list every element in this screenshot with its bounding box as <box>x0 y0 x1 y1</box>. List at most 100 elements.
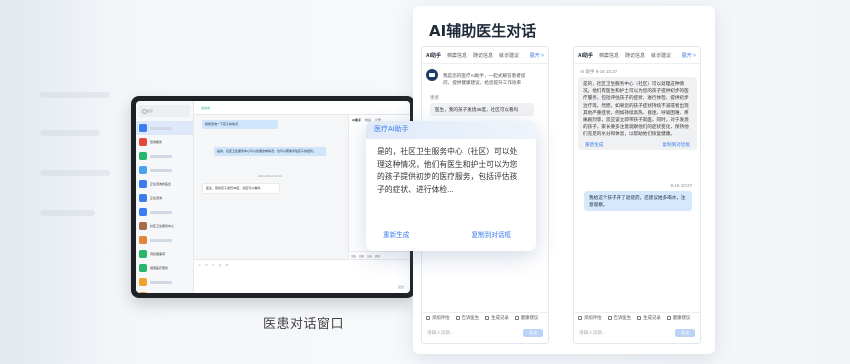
popup-actions: 重新生成 复制到对话框 <box>366 229 536 239</box>
tablet-caption: 医患对话窗口 <box>263 316 345 331</box>
background-decoration <box>40 210 95 216</box>
tablet-ai-tool[interactable]: 添加 <box>351 254 356 258</box>
tab-ai-assistant[interactable]: AI助手 <box>426 52 441 59</box>
ai-answer-actions: 重新生成 复制到对话框 <box>583 138 692 148</box>
welcome-text: 我是您的医疗AI助手，一起式解答患者提问，提供健康建议，给您提升工作效率 <box>443 73 526 86</box>
conversation-name: 健康医疗服务 <box>150 266 169 270</box>
tab-advice[interactable]: 就诊建议 <box>651 52 671 59</box>
tablet-conversation-item[interactable] <box>136 121 193 135</box>
mail-icon <box>607 316 612 320</box>
avatar <box>139 180 147 188</box>
generate-record-button[interactable]: 生成记录 <box>637 315 661 321</box>
doc-icon <box>426 316 430 320</box>
send-button[interactable]: 发送 <box>523 329 543 337</box>
ai-suggestion-popup: 医疗AI助手 是的，社区卫生服务中心（社区）可以处理这种情况，他们有医生和护士可… <box>366 121 536 251</box>
popup-header: 医疗AI助手 <box>366 121 536 139</box>
tablet-send-button[interactable]: 发送 <box>398 285 404 289</box>
right-chat-window: AI助手 档案信息 随访信息 就诊建议 展开 ˅ AI 助手 8-16 10:2… <box>573 46 701 344</box>
tablet-conversation-item[interactable] <box>136 233 193 247</box>
avatar <box>139 278 147 286</box>
right-chat-tabs: AI助手 档案信息 随访信息 就诊建议 展开 ˅ <box>574 47 700 64</box>
chevron-down-icon: ˅ <box>691 52 696 59</box>
doc-icon <box>578 316 582 320</box>
tab-followup[interactable]: 随访信息 <box>625 52 645 59</box>
tablet-ai-tool[interactable]: 告知 <box>359 254 364 258</box>
send-button[interactable]: 发送 <box>675 329 695 337</box>
copy-to-chat-button[interactable]: 复制到对话框 <box>662 141 690 148</box>
clock-icon[interactable]: ◷ <box>218 263 221 267</box>
avatar <box>139 250 147 258</box>
input-placeholder: 请输入问题... <box>427 330 454 335</box>
add-assessment-button[interactable]: 添加评估 <box>578 315 602 321</box>
tablet-conversation-item[interactable]: 正在咨询的医患 <box>136 177 193 191</box>
tablet-input-toolbar: ☺ ▭ ✂ ◷ ☏ <box>194 260 410 270</box>
note-icon <box>637 316 642 320</box>
tool-label: 添加评估 <box>432 315 450 320</box>
tool-label: 健康建议 <box>672 315 691 320</box>
tablet-search-input[interactable]: 搜索 <box>139 105 190 117</box>
right-chat-input[interactable]: 请输入问题... 发送 <box>574 323 700 343</box>
conversation-placeholder <box>150 126 172 130</box>
scissors-icon[interactable]: ✂ <box>212 263 215 267</box>
add-assessment-button[interactable]: 添加评估 <box>426 315 450 321</box>
folder-icon[interactable]: ▭ <box>205 263 208 267</box>
heart-icon <box>666 316 671 320</box>
robot-icon <box>426 69 438 81</box>
tablet-conversation-item[interactable]: 健康咨询 <box>136 289 193 293</box>
ai-answer-text: 是的，社区卫生服务中心（社区）可以处理这种情况。他们有医生和护士可以为您的孩子提… <box>583 81 689 137</box>
tab-ai-assistant[interactable]: AI助手 <box>578 52 593 59</box>
conversation-name: 正在咨询的医患 <box>150 182 172 186</box>
tool-label: 生成记录 <box>643 315 661 320</box>
tablet-conversation-item[interactable]: 正在咨询 <box>136 191 193 205</box>
tablet-ai-footer: 添加 告知 记录 建议 <box>349 251 410 259</box>
notify-doctor-button[interactable]: 告诉医生 <box>455 315 479 321</box>
tablet-ai-tab[interactable]: AI助手 <box>352 118 361 122</box>
tablet-ai-tool[interactable]: 建议 <box>375 254 380 258</box>
tablet-system-time: 2023-08-12 10:30 <box>258 174 282 178</box>
conversation-name: 待处理事项 <box>150 252 166 256</box>
tab-advice[interactable]: 就诊建议 <box>499 52 519 59</box>
tablet-ai-tool[interactable]: 记录 <box>367 254 372 258</box>
emoji-icon[interactable]: ☺ <box>198 263 201 267</box>
background-decoration <box>40 92 110 98</box>
phone-icon[interactable]: ☏ <box>225 263 229 267</box>
tablet-input-area[interactable]: ☺ ▭ ✂ ◷ ☏ 发送 <box>194 259 410 293</box>
health-advice-button[interactable]: 健康建议 <box>666 315 691 321</box>
right-chat-tools: 添加评估 告诉医生 生成记录 健康建议 <box>574 312 700 323</box>
background-decoration <box>0 0 110 364</box>
note-icon <box>485 316 490 320</box>
tablet-chat-header: 在线中 <box>194 101 410 115</box>
input-placeholder: 请输入问题... <box>579 330 606 335</box>
tab-followup[interactable]: 随访信息 <box>473 52 493 59</box>
patient-question: 医生，我的孩子发烧38度，社区可以看吗 <box>430 103 534 117</box>
expand-button[interactable]: 展开 ˅ <box>530 52 544 59</box>
tool-label: 生成记录 <box>491 315 509 320</box>
tab-records[interactable]: 档案信息 <box>599 52 619 59</box>
tablet-conversation-item[interactable] <box>136 163 193 177</box>
notify-doctor-button[interactable]: 告诉医生 <box>607 315 631 321</box>
tab-records[interactable]: 档案信息 <box>447 52 467 59</box>
avatar <box>139 194 147 202</box>
left-chat-input[interactable]: 请输入问题... 发送 <box>422 323 548 343</box>
generate-record-button[interactable]: 生成记录 <box>485 315 509 321</box>
tablet-conversation-item[interactable] <box>136 275 193 289</box>
conversation-placeholder <box>150 238 172 242</box>
ai-answer: 是的，社区卫生服务中心（社区）可以处理这种情况。他们有医生和护士可以为您的孩子提… <box>578 77 697 150</box>
tablet-conversation-item[interactable]: 社区卫生服务中心 <box>136 219 193 233</box>
regenerate-button[interactable]: 重新生成 <box>383 229 409 239</box>
copy-to-chat-button[interactable]: 复制到对话框 <box>471 229 511 239</box>
conversation-placeholder <box>150 168 172 172</box>
regenerate-button[interactable]: 重新生成 <box>585 141 603 148</box>
tablet-conversation-item[interactable]: 待处理事项 <box>136 247 193 261</box>
doctor-message: 我给这个孩子开了退烧药，还建议她多喝水，注意观察。 <box>584 191 692 212</box>
avatar <box>139 166 147 174</box>
tablet-conversation-item[interactable]: 咨询服务 <box>136 135 193 149</box>
avatar <box>139 124 147 132</box>
tablet-conversation-item[interactable] <box>136 149 193 163</box>
tool-label: 健康建议 <box>520 315 539 320</box>
tablet-conversation-item[interactable] <box>136 205 193 219</box>
conversation-placeholder <box>150 280 172 284</box>
expand-button[interactable]: 展开 ˅ <box>682 52 696 59</box>
health-advice-button[interactable]: 健康建议 <box>514 315 539 321</box>
tablet-conversation-item[interactable]: 健康医疗服务 <box>136 261 193 275</box>
